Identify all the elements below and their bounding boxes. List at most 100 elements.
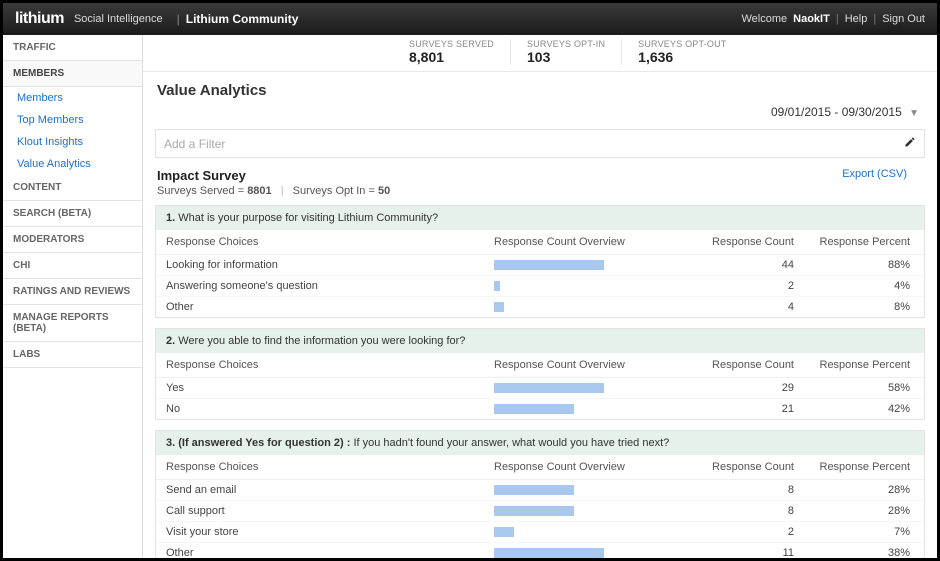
choice-label: Answering someone's question xyxy=(156,276,484,297)
sidebar-section-content[interactable]: CONTENT xyxy=(3,175,142,201)
question-header: 2. Were you able to find the information… xyxy=(156,329,924,353)
choice-label: Other xyxy=(156,297,484,318)
percent-value: 38% xyxy=(804,543,924,559)
bar-icon xyxy=(494,260,604,270)
choice-label: Looking for information xyxy=(156,255,484,276)
question-block: 3. (If answered Yes for question 2) : If… xyxy=(155,430,925,558)
sidebar-section-moderators[interactable]: MODERATORS xyxy=(3,227,142,253)
col-count: Response Count xyxy=(694,230,804,255)
question-block: 1. What is your purpose for visiting Lit… xyxy=(155,205,925,318)
table-row: Other1138% xyxy=(156,543,924,559)
date-range-picker[interactable]: 09/01/2015 - 09/30/2015 ▼ xyxy=(143,105,937,125)
sidebar-item-value-analytics[interactable]: Value Analytics xyxy=(3,153,142,175)
percent-value: 8% xyxy=(804,297,924,318)
count-value: 11 xyxy=(694,543,804,559)
table-row: Other48% xyxy=(156,297,924,318)
col-percent: Response Percent xyxy=(804,455,924,480)
metric-label: SURVEYS SERVED xyxy=(409,39,494,49)
date-range-value: 09/01/2015 - 09/30/2015 xyxy=(771,105,902,119)
col-count: Response Count xyxy=(694,353,804,378)
survey-title: Impact Survey xyxy=(157,168,923,183)
percent-value: 58% xyxy=(804,378,924,399)
signout-link[interactable]: Sign Out xyxy=(882,13,925,25)
bar-icon xyxy=(494,506,574,516)
col-count: Response Count xyxy=(694,455,804,480)
sidebar-section-chi[interactable]: CHI xyxy=(3,253,142,279)
sidebar-section-manage-reports-beta-[interactable]: MANAGE REPORTS (BETA) xyxy=(3,305,142,342)
sidebar-section-traffic[interactable]: TRAFFIC xyxy=(3,35,142,61)
brand-logo: lithium xyxy=(15,10,64,28)
sidebar-section-members[interactable]: MEMBERS xyxy=(3,61,142,87)
sidebar-nav: TRAFFICMEMBERSMembersTop MembersKlout In… xyxy=(3,35,143,558)
col-percent: Response Percent xyxy=(804,230,924,255)
percent-value: 7% xyxy=(804,522,924,543)
overview-bar-cell xyxy=(484,276,694,297)
count-value: 29 xyxy=(694,378,804,399)
overview-bar-cell xyxy=(484,501,694,522)
response-table: Response ChoicesResponse Count OverviewR… xyxy=(156,230,924,317)
community-name: Lithium Community xyxy=(186,12,299,26)
username: NaokIT xyxy=(793,13,830,25)
sidebar-item-top-members[interactable]: Top Members xyxy=(3,109,142,131)
bar-icon xyxy=(494,485,574,495)
overview-bar-cell xyxy=(484,543,694,559)
count-value: 44 xyxy=(694,255,804,276)
percent-value: 28% xyxy=(804,480,924,501)
brand-subtitle: Social Intelligence xyxy=(74,13,163,25)
bar-icon xyxy=(494,383,604,393)
question-block: 2. Were you able to find the information… xyxy=(155,328,925,420)
col-overview: Response Count Overview xyxy=(484,455,694,480)
summary-metrics: SURVEYS SERVED 8,801 SURVEYS OPT-IN 103 … xyxy=(143,35,937,72)
metric-surveys-optout: SURVEYS OPT-OUT 1,636 xyxy=(621,39,742,65)
col-choices: Response Choices xyxy=(156,455,484,480)
sidebar-section-labs[interactable]: LABS xyxy=(3,342,142,368)
sidebar-item-members[interactable]: Members xyxy=(3,87,142,109)
count-value: 2 xyxy=(694,522,804,543)
table-row: Call support 828% xyxy=(156,501,924,522)
overview-bar-cell xyxy=(484,255,694,276)
percent-value: 42% xyxy=(804,399,924,420)
help-link[interactable]: Help xyxy=(845,13,868,25)
count-value: 8 xyxy=(694,501,804,522)
topbar: lithium Social Intelligence | Lithium Co… xyxy=(3,3,937,35)
count-value: 8 xyxy=(694,480,804,501)
overview-bar-cell xyxy=(484,399,694,420)
sidebar-section-search-beta-[interactable]: SEARCH (BETA) xyxy=(3,201,142,227)
export-csv-link[interactable]: Export (CSV) xyxy=(842,168,923,180)
content-area: SURVEYS SERVED 8,801 SURVEYS OPT-IN 103 … xyxy=(143,35,937,558)
overview-bar-cell xyxy=(484,522,694,543)
percent-value: 4% xyxy=(804,276,924,297)
choice-label: Call support xyxy=(156,501,484,522)
filter-bar[interactable]: Add a Filter xyxy=(155,129,925,158)
count-value: 21 xyxy=(694,399,804,420)
metric-value: 8,801 xyxy=(409,49,494,65)
sidebar-section-ratings-and-reviews[interactable]: RATINGS AND REVIEWS xyxy=(3,279,142,305)
bar-icon xyxy=(494,404,574,414)
sidebar-item-klout-insights[interactable]: Klout Insights xyxy=(3,131,142,153)
chevron-down-icon: ▼ xyxy=(909,108,919,119)
overview-bar-cell xyxy=(484,378,694,399)
welcome-label: Welcome xyxy=(742,13,788,25)
table-row: Send an email 828% xyxy=(156,480,924,501)
table-row: Visit your store 27% xyxy=(156,522,924,543)
table-row: Yes2958% xyxy=(156,378,924,399)
response-table: Response ChoicesResponse Count OverviewR… xyxy=(156,455,924,558)
bar-icon xyxy=(494,302,504,312)
col-choices: Response Choices xyxy=(156,230,484,255)
overview-bar-cell xyxy=(484,297,694,318)
choice-label: Visit your store xyxy=(156,522,484,543)
brand-separator: | xyxy=(177,12,180,26)
question-header: 1. What is your purpose for visiting Lit… xyxy=(156,206,924,230)
page-title: Value Analytics xyxy=(143,72,937,105)
count-value: 2 xyxy=(694,276,804,297)
bar-icon xyxy=(494,548,604,558)
col-overview: Response Count Overview xyxy=(484,230,694,255)
question-header: 3. (If answered Yes for question 2) : If… xyxy=(156,431,924,455)
edit-icon[interactable] xyxy=(904,136,916,151)
percent-value: 28% xyxy=(804,501,924,522)
survey-meta: Surveys Served = 8801 | Surveys Opt In =… xyxy=(157,185,923,197)
col-choices: Response Choices xyxy=(156,353,484,378)
metric-label: SURVEYS OPT-OUT xyxy=(638,39,726,49)
metric-value: 1,636 xyxy=(638,49,726,65)
choice-label: Send an email xyxy=(156,480,484,501)
